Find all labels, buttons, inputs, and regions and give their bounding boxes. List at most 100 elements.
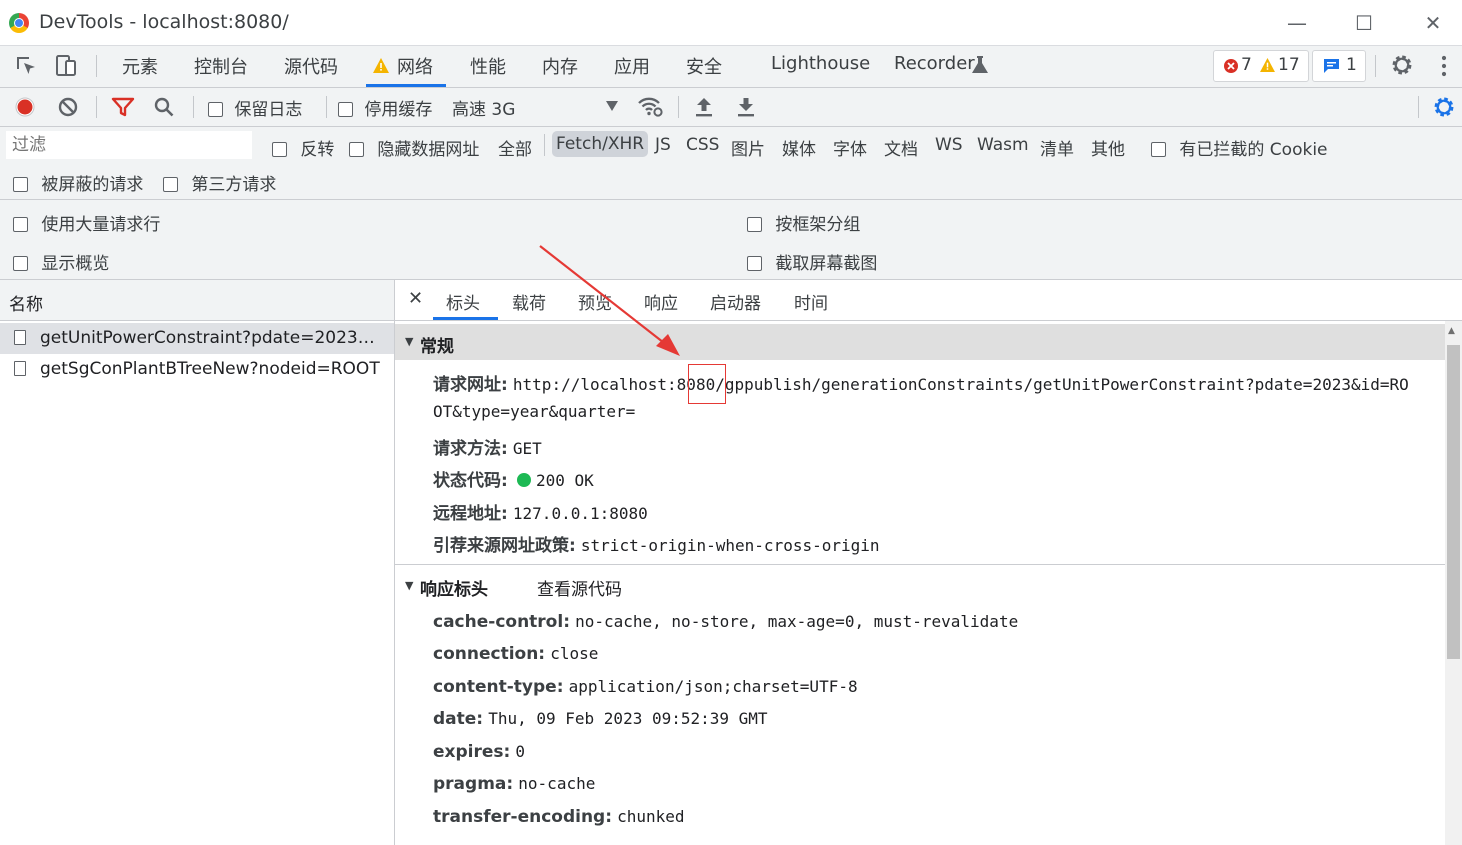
scroll-up-arrow-icon[interactable]: ▲ [1448,326,1455,336]
tab-initiator[interactable]: 启动器 [710,289,761,314]
tab-memory[interactable]: 内存 [542,53,578,79]
filter-type-font[interactable]: 字体 [833,135,867,160]
filter-input[interactable] [6,131,252,159]
network-settings-gear-icon[interactable] [1432,95,1456,119]
filter-type-wasm[interactable]: Wasm [977,135,1029,155]
close-details-icon[interactable]: ✕ [408,288,423,309]
port-highlight-box [688,364,726,404]
response-header-key: pragma: [433,774,514,794]
checkbox[interactable] [1151,142,1166,157]
tab-sources[interactable]: 源代码 [284,53,338,79]
request-row-selected[interactable]: getUnitPowerConstraint?pdate=2023&id... [0,323,394,354]
view-source-link[interactable]: 查看源代码 [537,575,622,600]
tab-performance[interactable]: 性能 [470,53,506,79]
tab-network[interactable]: 网络 [397,53,433,79]
request-name: getUnitPowerConstraint?pdate=2023&id... [40,328,385,348]
error-icon [1224,59,1238,73]
invert-checkbox[interactable]: 反转 [272,135,334,160]
checkbox[interactable] [747,256,762,271]
filter-type-fetch-xhr[interactable]: Fetch/XHR [552,131,649,157]
big-request-rows-checkbox[interactable]: 使用大量请求行 [13,210,160,235]
response-header-row: cache-control: no-cache, no-store, max-a… [433,612,1018,632]
remote-address-key: 远程地址: [433,504,508,524]
checkbox[interactable] [349,142,364,157]
tab-headers[interactable]: 标头 [446,289,480,314]
request-row[interactable]: getSgConPlantBTreeNew?nodeid=ROOT [0,354,394,385]
filter-type-all[interactable]: 全部 [498,135,532,160]
show-overview-checkbox[interactable]: 显示概览 [13,249,109,274]
clear-icon[interactable] [57,96,79,118]
checkbox[interactable] [272,142,287,157]
more-options-icon[interactable] [1436,54,1452,78]
name-column-header[interactable]: 名称 [0,280,394,321]
dropdown-arrow-icon[interactable] [606,101,618,111]
issues-badge[interactable]: 7 17 [1213,50,1309,82]
checkbox[interactable] [13,177,28,192]
filter-type-doc[interactable]: 文档 [884,135,918,160]
close-window-button[interactable]: ✕ [1411,8,1455,38]
throttling-select[interactable]: 高速 3G [452,95,515,120]
divider [544,134,545,156]
network-settings-pane: 使用大量请求行 按框架分组 显示概览 截取屏幕截图 [0,200,1462,280]
scrollbar-thumb[interactable] [1447,345,1460,659]
tab-security[interactable]: 安全 [686,53,722,79]
invert-label: 反转 [300,140,335,160]
settings-gear-icon[interactable] [1390,53,1414,77]
tab-timing[interactable]: 时间 [794,289,828,314]
blocked-cookies-checkbox[interactable]: 有已拦截的 Cookie [1151,135,1328,160]
divider [96,96,97,118]
group-by-frame-checkbox[interactable]: 按框架分组 [747,210,860,235]
checkbox[interactable] [338,102,353,117]
warning-count: 17 [1278,55,1300,75]
export-har-icon[interactable] [736,96,756,118]
filter-type-manifest[interactable]: 清单 [1040,135,1074,160]
divider [678,96,679,118]
response-header-key: cache-control: [433,612,570,632]
divider [96,55,97,77]
third-party-checkbox[interactable]: 第三方请求 [163,170,276,195]
checkbox[interactable] [13,256,28,271]
message-icon [1324,59,1339,73]
section-divider [395,564,1445,565]
request-method-key: 请求方法: [433,439,508,459]
checkbox[interactable] [747,217,762,232]
filter-type-other[interactable]: 其他 [1091,135,1125,160]
error-count: 7 [1241,55,1252,75]
disable-cache-checkbox[interactable]: 停用缓存 [338,95,432,120]
preserve-log-label: 保留日志 [234,100,303,120]
messages-badge[interactable]: 1 [1312,50,1366,82]
tab-recorder[interactable]: Recorder [894,53,975,74]
response-header-row: pragma: no-cache [433,774,595,794]
import-har-icon[interactable] [694,96,714,118]
record-icon[interactable] [14,96,36,118]
tab-lighthouse[interactable]: Lighthouse [771,53,870,74]
filter-type-ws[interactable]: WS [935,135,963,155]
request-name: getSgConPlantBTreeNew?nodeid=ROOT [40,359,380,379]
filter-type-js[interactable]: JS [655,135,671,155]
checkbox[interactable] [13,217,28,232]
tab-console[interactable]: 控制台 [194,53,248,79]
filter-type-img[interactable]: 图片 [731,135,765,160]
network-conditions-icon[interactable] [636,94,664,118]
filter-icon[interactable] [111,96,135,118]
filter-type-css[interactable]: CSS [686,135,719,155]
capture-screenshots-checkbox[interactable]: 截取屏幕截图 [747,249,877,274]
device-toolbar-icon[interactable] [54,54,78,78]
remote-address-value: 127.0.0.1:8080 [512,504,648,523]
status-code-row: 状态代码: 200 OK [433,466,594,491]
filter-type-media[interactable]: 媒体 [782,135,816,160]
checkbox[interactable] [208,102,223,117]
tab-application[interactable]: 应用 [614,53,650,79]
request-method-value: GET [512,439,542,458]
response-header-value: close [550,644,599,663]
maximize-button[interactable]: ☐ [1342,8,1386,38]
blocked-requests-checkbox[interactable]: 被屏蔽的请求 [13,170,143,195]
search-icon[interactable] [153,96,175,118]
minimize-button[interactable]: — [1275,8,1319,38]
tab-elements[interactable]: 元素 [122,53,158,79]
inspect-element-icon[interactable] [14,54,38,78]
preserve-log-checkbox[interactable]: 保留日志 [208,95,302,120]
response-headers-section-header[interactable]: ▼ 响应标头 查看源代码 [395,566,1445,602]
hide-data-urls-checkbox[interactable]: 隐藏数据网址 [349,135,479,160]
checkbox[interactable] [163,177,178,192]
